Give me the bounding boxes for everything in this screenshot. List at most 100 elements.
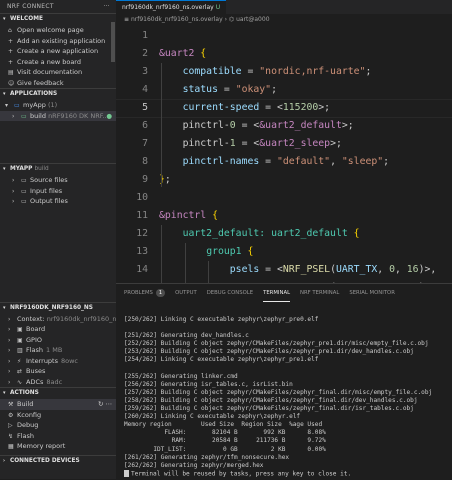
file-icon: ≡ [124,16,130,23]
action-label: Flash [17,431,35,440]
panel-tab-label: PROBLEMS [124,290,153,296]
terminal-line: [262/262] Generating zephyr/merged.hex [124,461,264,469]
welcome-item[interactable]: ⌂ Open welcome page [0,25,116,36]
tab-debug-console[interactable]: DEBUG CONSOLE [207,284,253,302]
welcome-item[interactable]: + Add an existing application [0,36,116,47]
section-myapp[interactable]: ▾ MYAPP build [0,163,116,175]
section-welcome[interactable]: ▾ WELCOME [0,13,116,25]
tab-output[interactable]: OUTPUT [175,284,197,302]
action-item[interactable]: ▦ Memory report [0,441,116,452]
plus-icon: + [8,48,14,55]
debug-icon: ▷ [8,422,13,429]
peripheral-item[interactable]: › ∿ ADCs 8adc [0,377,116,388]
code-line: uart2_default: uart2_default { [182,228,360,239]
terminal-line: IDT_LIST: 0 GB 2 KB 0.00% [124,445,326,453]
interrupt-icon: ⚡ [17,357,22,365]
terminal[interactable]: [250/262] Linking C executable zephyr\ze… [116,302,452,478]
welcome-item-label: Create a new board [17,57,81,66]
peripheral-item[interactable]: › ▣ Board [0,324,116,335]
line-number: 13 [136,246,148,257]
panel-tab-label: DEBUG CONSOLE [206,290,254,296]
code-line: pinctrl-0 = <&uart2_default>; [159,120,354,131]
file-group-item[interactable]: › ▭ Source files [0,175,116,186]
terminal-line: [254/262] Linking C executable zephyr\ze… [124,356,319,364]
context-item[interactable]: › Context: nrf9160dk_nrf9160_ns [0,314,116,325]
sidebar-scrollbar[interactable] [111,22,115,62]
section-actions[interactable]: ▾ ACTIONS [0,387,116,399]
welcome-item[interactable]: ☺ Give feedback [0,78,116,89]
node-icon: ⌬ [228,16,235,23]
welcome-item-label: Open welcome page [17,26,84,34]
peripheral-item[interactable]: › ⇄ Buses [0,366,116,377]
code-line: status = "okay"; [182,84,277,95]
line-number: 9 [142,174,148,185]
app-label: myApp [23,101,46,109]
folder-icon: ▭ [21,198,27,205]
folder-icon: ▭ [21,187,27,195]
app-item-myapp[interactable]: ▾ ▭ myApp (1) [0,100,116,111]
breadcrumb-file[interactable]: nrf9160dk_nrf9160_ns.overlay [131,16,223,23]
section-myapp-subtitle: build [34,166,49,172]
chevron-right-icon: › [12,112,15,120]
code-line: psels = <NRF_PSEL(UART_TX, 0, 16)>, [229,264,437,275]
action-item[interactable]: ▷ Debug [0,420,116,431]
chevron-right-icon: › [3,457,6,464]
tab-overlay-file[interactable]: nrf9160dk_nrf9160_ns.overlay U [116,0,227,14]
flash-icon: ▥ [17,347,23,354]
peripheral-label: Buses [26,367,46,375]
tab-terminal[interactable]: TERMINAL [263,284,291,302]
code-line: &pinctrl { [159,210,218,221]
file-group-item[interactable]: › ▭ Input files [0,186,116,197]
peripheral-item[interactable]: › ▥ Flash 1 MB [0,345,116,356]
line-number: 10 [136,192,148,203]
line-number: 3 [142,66,148,77]
welcome-item-label: Add an existing application [17,36,106,45]
sidebar: NRF CONNECT ··· ▾ WELCOME ⌂ Open welcome p… [0,0,116,479]
welcome-item[interactable]: ▤ Visit documentation [0,67,116,78]
tab-problems[interactable]: PROBLEMS 1 [124,284,166,302]
peripheral-item[interactable]: › ▣ GPIO [0,335,116,346]
chevron-down-icon: ▾ [3,304,6,311]
terminal-line: [252/262] Building C object zephyr/CMake… [124,340,429,348]
rebuild-icon[interactable]: ↻ ⋯ [98,399,112,410]
build-detail: nRF9160 DK NRF... [48,111,109,120]
chevron-right-icon: › [8,315,11,323]
terminal-final-line: Terminal will be reused by tasks, press … [124,469,452,478]
section-applications[interactable]: ▾ APPLICATIONS [0,88,116,100]
line-number: 5 [142,102,148,113]
section-connected-devices[interactable]: › CONNECTED DEVICES [0,454,116,467]
editor: nrf9160dk_nrf9160_ns.overlay U ≡ nrf9160d… [116,0,452,349]
terminal-line: [255/262] Generating linker.cmd [124,372,238,380]
build-item[interactable]: › ▭ build nRF9160 DK NRF... ● [0,110,116,121]
line-number: 4 [142,84,148,95]
welcome-item[interactable]: + Create a new application [0,46,116,57]
terminal-final-text: Terminal will be reused by tasks, press … [131,470,352,478]
code-line: compatible = "nordic,nrf-uarte"; [182,66,372,77]
file-group-item[interactable]: › ▭ Output files [0,196,116,207]
editor-tabs: nrf9160dk_nrf9160_ns.overlay U [116,0,452,14]
more-actions-icon[interactable]: ··· [103,0,110,13]
chevron-right-icon: › [12,187,15,195]
section-ns[interactable]: ▾ NRF9160DK_NRF9160_NS [0,301,116,314]
tab-serial-monitor[interactable]: SERIAL MONITOR [349,284,395,302]
sidebar-title: NRF CONNECT [7,3,54,10]
code-line: pinctrl-names = "default", "sleep"; [182,156,390,167]
chevron-down-icon: ▾ [3,91,6,97]
chevron-down-icon: ▾ [3,166,6,172]
context-label: Context: [17,314,45,323]
file-group-label: Input files [30,186,63,195]
action-label: Memory report [17,442,66,450]
peripheral-item[interactable]: › ⚡ Interrupts 8owc [0,356,116,367]
line-number: 12 [136,228,148,239]
action-item[interactable]: ↯ Flash [0,431,116,442]
tab-nrf-terminal[interactable]: NRF TERMINAL [300,284,339,302]
panel-tabs: PROBLEMS 1 OUTPUT DEBUG CONSOLE TERMINAL NRF … [116,284,452,302]
welcome-item[interactable]: + Create a new board [0,57,116,68]
breadcrumb-node[interactable]: uart@a000 [236,16,269,23]
code-line: current-speed = <115200>; [182,102,331,113]
terminal-line: RAM: 20584 B 211736 B 9.72% [124,437,326,445]
section-connected-title: CONNECTED DEVICES [10,457,80,464]
action-item[interactable]: ⚒ Build ↻ ⋯ [0,399,116,410]
action-item[interactable]: ⚙ Kconfig [0,410,116,421]
chevron-down-icon: ▾ [3,390,6,396]
